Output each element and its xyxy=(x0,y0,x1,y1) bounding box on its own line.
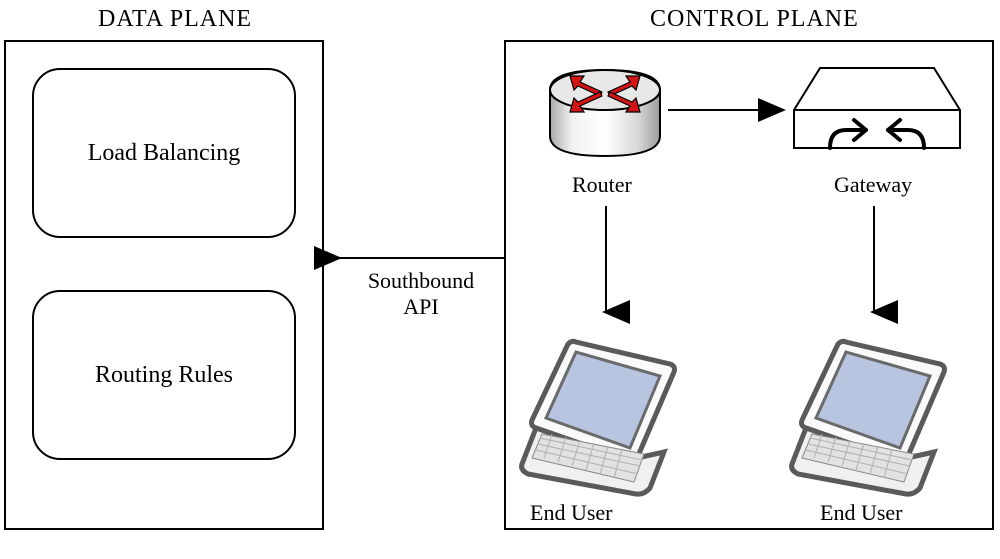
laptop-icon-right xyxy=(786,336,966,496)
router-to-gateway-arrow xyxy=(668,100,796,120)
southbound-api-line2: API xyxy=(403,294,438,319)
end-user-label-right: End User xyxy=(820,500,902,526)
end-user-label-left: End User xyxy=(530,500,612,526)
southbound-api-line1: Southbound xyxy=(368,268,474,293)
southbound-api-arrow xyxy=(324,248,504,268)
routing-rules-label: Routing Rules xyxy=(95,362,233,389)
gateway-icon xyxy=(792,58,962,158)
southbound-api-label: Southbound API xyxy=(356,268,486,320)
gateway-to-enduser-arrow xyxy=(864,206,884,326)
routing-rules-box: Routing Rules xyxy=(32,290,296,460)
data-plane-title: DATA PLANE xyxy=(98,6,252,33)
router-label: Router xyxy=(572,172,632,198)
router-icon xyxy=(540,56,670,166)
laptop-icon-left xyxy=(516,336,696,496)
load-balancing-label: Load Balancing xyxy=(88,140,241,167)
gateway-label: Gateway xyxy=(834,172,912,198)
control-plane-title: CONTROL PLANE xyxy=(650,6,859,33)
router-to-enduser-arrow xyxy=(596,206,616,326)
load-balancing-box: Load Balancing xyxy=(32,68,296,238)
